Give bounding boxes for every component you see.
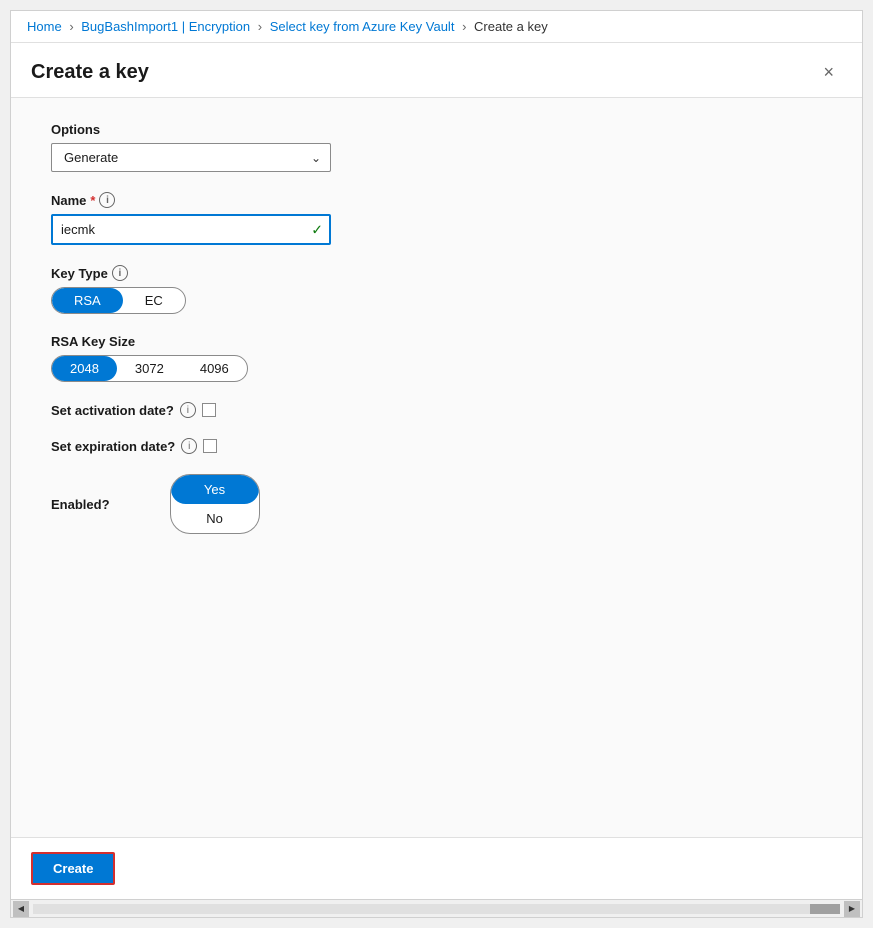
dialog-header: Create a key × bbox=[11, 43, 862, 98]
scroll-left-arrow[interactable]: ◀ bbox=[13, 901, 29, 917]
name-label: Name * i bbox=[51, 192, 822, 208]
enabled-toggle-group: Yes No bbox=[170, 474, 260, 534]
breadcrumb: Home › BugBashImport1 | Encryption › Sel… bbox=[11, 11, 862, 43]
breadcrumb-encryption[interactable]: BugBashImport1 | Encryption bbox=[81, 19, 250, 34]
key-type-label: Key Type i bbox=[51, 265, 822, 281]
dialog-body: Options Generate Import Restore ⌄ Name *… bbox=[11, 98, 862, 838]
name-input-wrapper: ✓ bbox=[51, 214, 331, 245]
name-info-icon[interactable]: i bbox=[99, 192, 115, 208]
rsa-key-size-group: RSA Key Size 2048 3072 4096 bbox=[51, 334, 822, 382]
enabled-no-button[interactable]: No bbox=[171, 504, 259, 533]
close-button[interactable]: × bbox=[815, 59, 842, 85]
key-type-info-icon[interactable]: i bbox=[112, 265, 128, 281]
key-size-4096-button[interactable]: 4096 bbox=[182, 356, 247, 381]
expiration-date-row: Set expiration date? i bbox=[51, 438, 822, 454]
key-size-3072-button[interactable]: 3072 bbox=[117, 356, 182, 381]
expiration-date-info-icon[interactable]: i bbox=[181, 438, 197, 454]
enabled-label: Enabled? bbox=[51, 497, 110, 512]
dialog-footer: Create bbox=[11, 838, 862, 899]
enabled-yes-button[interactable]: Yes bbox=[171, 475, 259, 504]
rsa-key-size-toggle-group: 2048 3072 4096 bbox=[51, 355, 248, 382]
name-group: Name * i ✓ bbox=[51, 192, 822, 245]
key-type-toggle-group: RSA EC bbox=[51, 287, 186, 314]
key-size-2048-button[interactable]: 2048 bbox=[52, 356, 117, 381]
breadcrumb-separator-3: › bbox=[462, 19, 470, 34]
key-type-ec-button[interactable]: EC bbox=[123, 288, 185, 313]
dialog-title: Create a key bbox=[31, 61, 149, 84]
scroll-right-arrow[interactable]: ▶ bbox=[844, 901, 860, 917]
page-container: Home › BugBashImport1 | Encryption › Sel… bbox=[10, 10, 863, 918]
scroll-thumb[interactable] bbox=[810, 904, 840, 914]
key-type-group: Key Type i RSA EC bbox=[51, 265, 822, 314]
options-group: Options Generate Import Restore ⌄ bbox=[51, 122, 822, 172]
scrollbar-area: ◀ ▶ bbox=[11, 899, 862, 917]
breadcrumb-separator-2: › bbox=[258, 19, 266, 34]
breadcrumb-home[interactable]: Home bbox=[27, 19, 62, 34]
activation-date-label: Set activation date? bbox=[51, 403, 174, 418]
checkmark-icon: ✓ bbox=[311, 221, 323, 238]
activation-date-info-icon[interactable]: i bbox=[180, 402, 196, 418]
options-select-wrapper: Generate Import Restore ⌄ bbox=[51, 143, 331, 172]
enabled-row: Enabled? Yes No bbox=[51, 474, 822, 534]
required-star: * bbox=[90, 193, 95, 208]
expiration-date-label: Set expiration date? bbox=[51, 439, 175, 454]
options-label: Options bbox=[51, 122, 822, 137]
key-type-rsa-button[interactable]: RSA bbox=[52, 288, 123, 313]
breadcrumb-current: Create a key bbox=[474, 19, 548, 34]
expiration-date-checkbox[interactable] bbox=[203, 439, 217, 453]
options-select[interactable]: Generate Import Restore bbox=[51, 143, 331, 172]
breadcrumb-select-key[interactable]: Select key from Azure Key Vault bbox=[270, 19, 455, 34]
create-button[interactable]: Create bbox=[31, 852, 115, 885]
scroll-track bbox=[33, 904, 840, 914]
create-key-dialog: Create a key × Options Generate Import R… bbox=[11, 43, 862, 917]
activation-date-row: Set activation date? i bbox=[51, 402, 822, 418]
rsa-key-size-label: RSA Key Size bbox=[51, 334, 822, 349]
name-input[interactable] bbox=[51, 214, 331, 245]
breadcrumb-separator-1: › bbox=[69, 19, 77, 34]
activation-date-checkbox[interactable] bbox=[202, 403, 216, 417]
